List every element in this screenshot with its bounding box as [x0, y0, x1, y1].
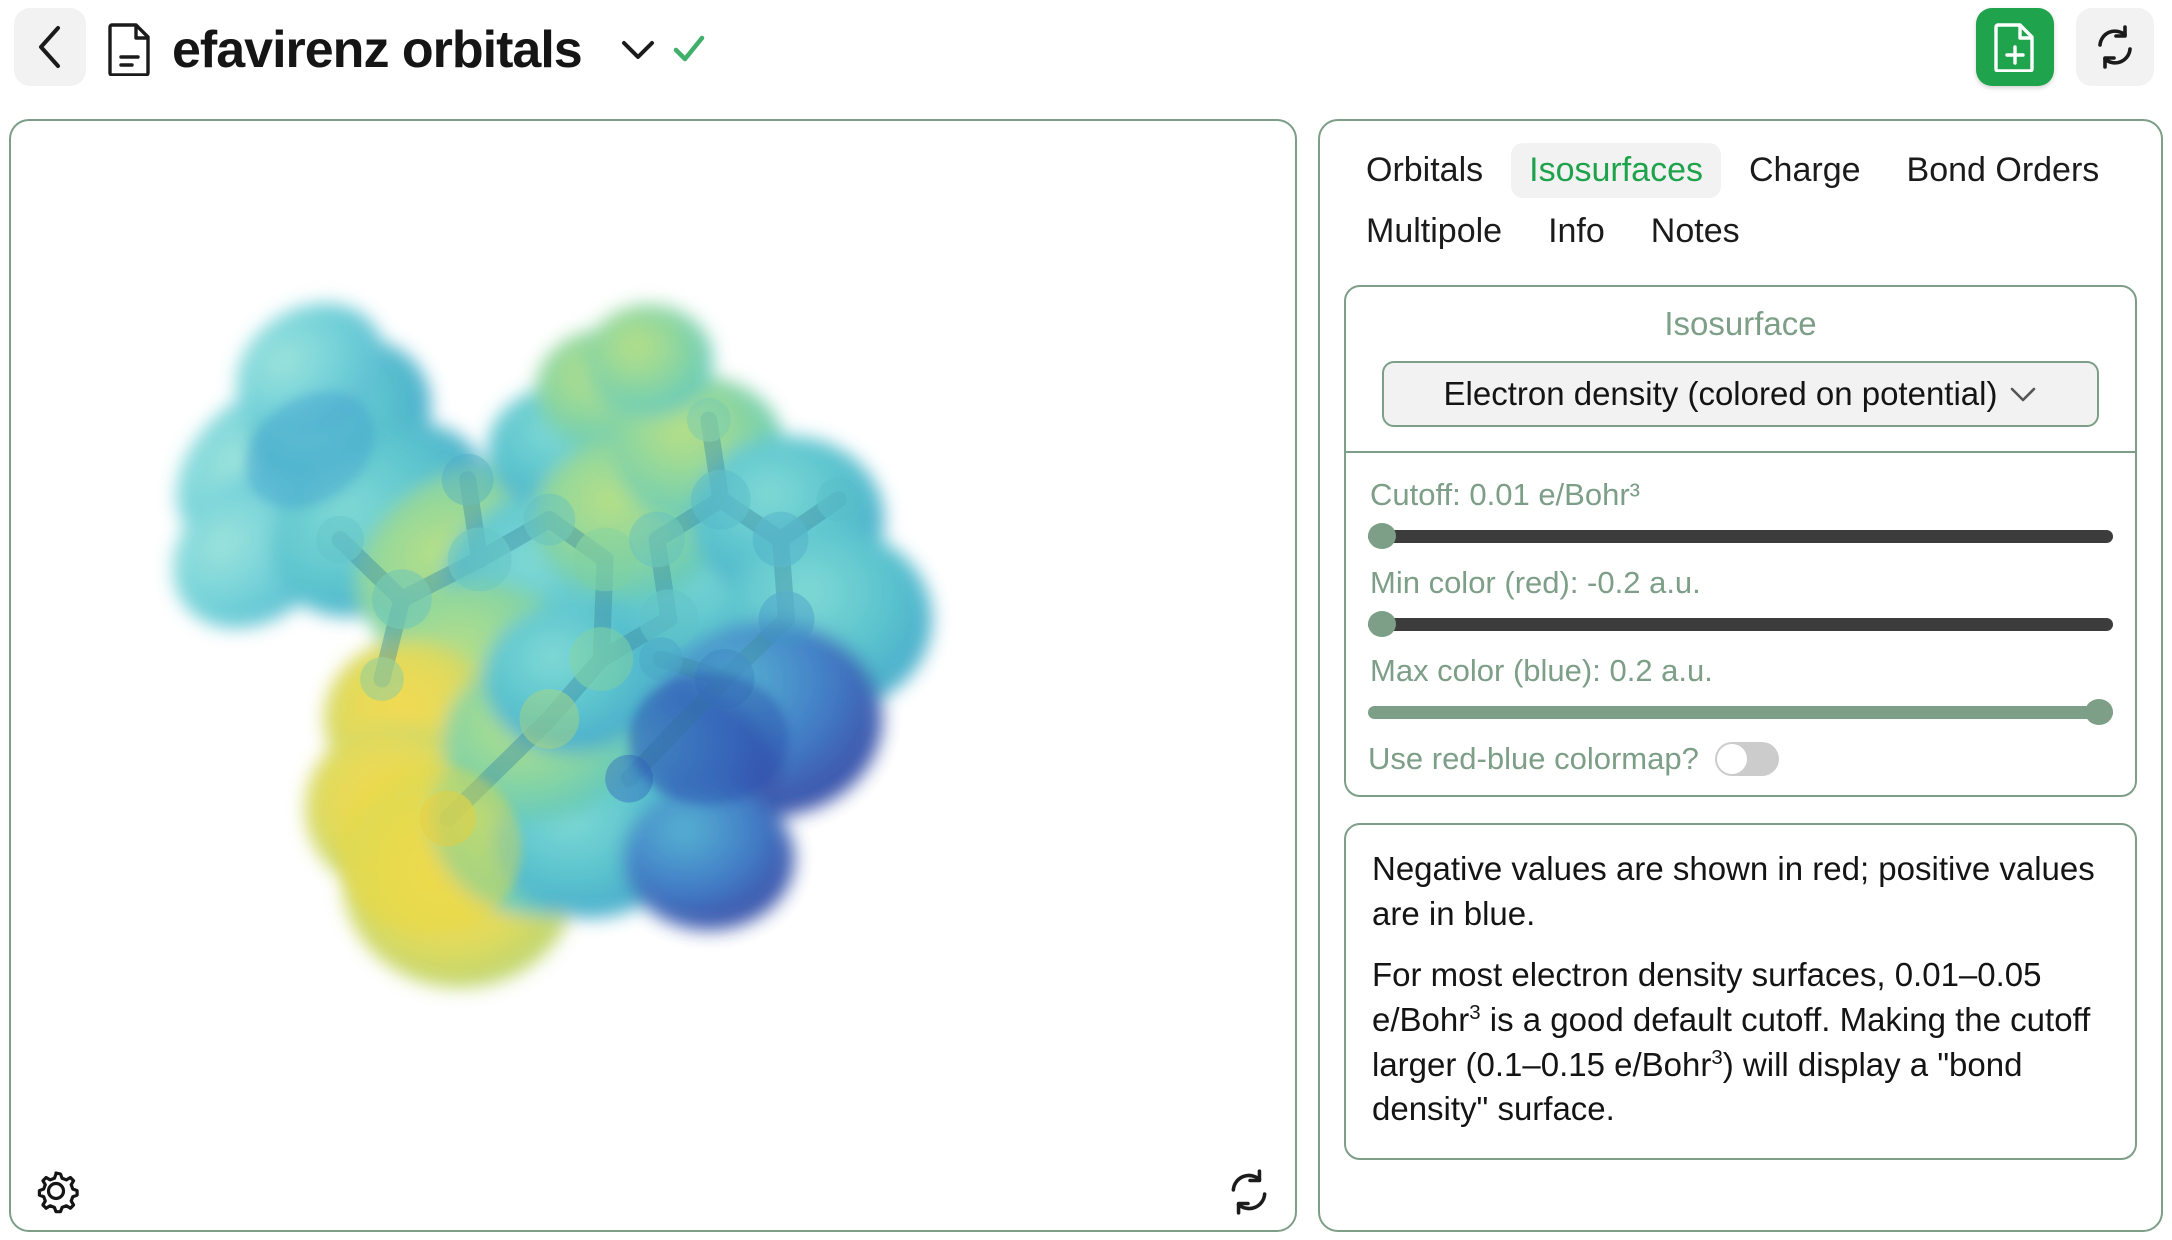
help-p2-sup-b: 3 — [1711, 1045, 1723, 1069]
tab-notes[interactable]: Notes — [1633, 204, 1758, 259]
tab-info[interactable]: Info — [1530, 204, 1623, 259]
cutoff-slider-track[interactable] — [1368, 530, 2113, 543]
max-color-slider-thumb[interactable] — [2085, 699, 2113, 725]
isosurface-select[interactable]: Electron density (colored on potential) — [1382, 361, 2099, 427]
toolbar-actions — [1976, 8, 2154, 86]
min-color-slider[interactable] — [1368, 611, 2113, 637]
refresh-icon[interactable] — [1225, 1168, 1273, 1216]
help-p2-sup-a: 3 — [1469, 1000, 1481, 1024]
min-color-slider-track[interactable] — [1368, 618, 2113, 631]
isosurface-blobs — [173, 303, 932, 988]
page-title: efavirenz orbitals — [172, 21, 583, 79]
help-paragraph-1: Negative values are shown in red; positi… — [1372, 850, 2095, 932]
chevron-down-icon — [2011, 387, 2036, 402]
isosurface-selector-section: Isosurface Electron density (colored on … — [1346, 287, 2135, 451]
isosurface-select-value: Electron density (colored on potential) — [1443, 375, 1998, 412]
new-file-button[interactable] — [1976, 8, 2054, 86]
back-button[interactable] — [14, 8, 86, 86]
top-bar: efavirenz orbitals — [0, 0, 2172, 108]
tab-isosurfaces[interactable]: Isosurfaces — [1511, 143, 1721, 198]
tab-multipole[interactable]: Multipole — [1348, 204, 1520, 259]
max-color-slider-track[interactable] — [1368, 706, 2113, 719]
tab-orbitals[interactable]: Orbitals — [1348, 143, 1501, 198]
min-color-slider-thumb[interactable] — [1368, 611, 1396, 637]
gear-icon[interactable] — [31, 1166, 81, 1216]
isosurface-controls-section: Cutoff: 0.01 e/Bohr³ Min color (red): -0… — [1346, 451, 2135, 795]
refresh-button[interactable] — [2076, 8, 2154, 86]
min-color-label: Min color (red): -0.2 a.u. — [1370, 565, 1701, 600]
toggle-knob — [1716, 744, 1747, 774]
check-icon — [673, 35, 705, 62]
max-color-slider[interactable] — [1368, 699, 2113, 725]
red-blue-colormap-toggle[interactable] — [1714, 742, 1779, 776]
max-color-label: Max color (blue): 0.2 a.u. — [1370, 653, 1713, 688]
isosurface-heading: Isosurface — [1664, 305, 1817, 342]
isosurface-card: Isosurface Electron density (colored on … — [1344, 285, 2137, 797]
properties-panel: Orbitals Isosurfaces Charge Bond Orders … — [1318, 119, 2163, 1232]
red-blue-colormap-row: Use red-blue colormap? — [1368, 741, 2113, 777]
file-plus-icon — [1994, 23, 2034, 72]
refresh-icon — [2098, 25, 2132, 69]
cutoff-label: Cutoff: 0.01 e/Bohr³ — [1370, 477, 1640, 512]
tab-bond-orders[interactable]: Bond Orders — [1889, 143, 2118, 198]
molecule-3d-render[interactable] — [11, 121, 1295, 1230]
tab-bar: Orbitals Isosurfaces Charge Bond Orders … — [1344, 143, 2137, 259]
chevron-down-icon[interactable] — [620, 36, 656, 64]
tab-charge[interactable]: Charge — [1731, 143, 1879, 198]
red-blue-colormap-label: Use red-blue colormap? — [1368, 741, 1699, 776]
help-paragraph-2: For most electron density surfaces, 0.01… — [1372, 953, 2109, 1133]
molecule-viewer-panel[interactable] — [9, 119, 1297, 1232]
document-icon — [108, 23, 150, 76]
cutoff-slider[interactable] — [1368, 523, 2113, 549]
chevron-left-icon — [39, 26, 60, 68]
isosurface-help-card: Negative values are shown in red; positi… — [1344, 823, 2137, 1161]
cutoff-slider-thumb[interactable] — [1368, 523, 1396, 549]
